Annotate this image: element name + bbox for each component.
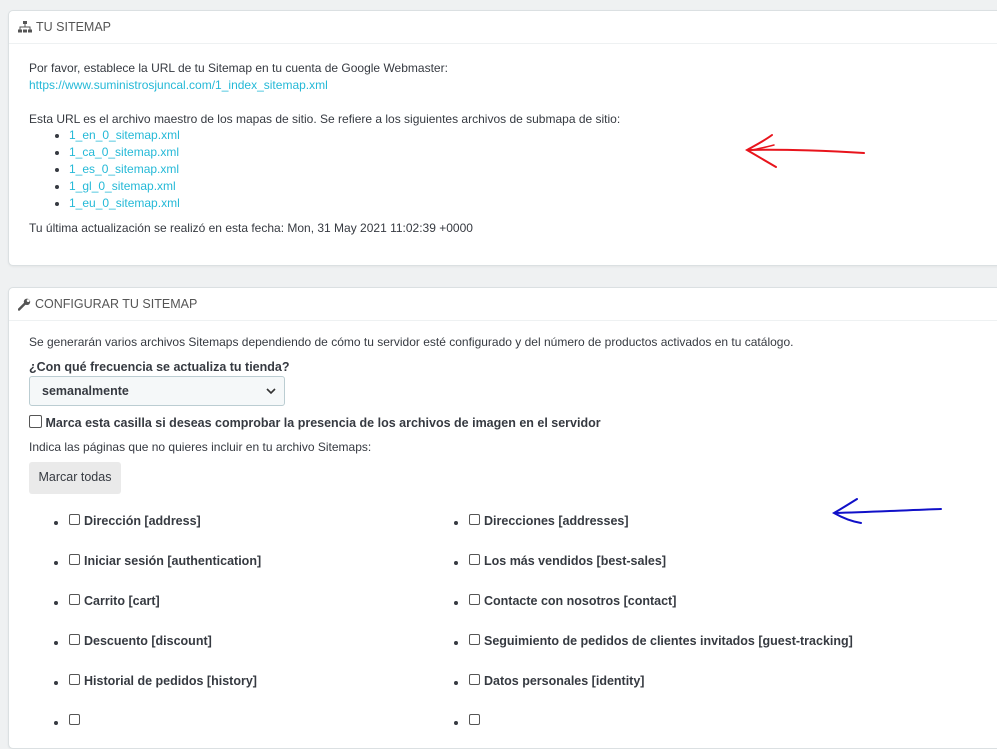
bullet	[454, 681, 458, 685]
bullet	[454, 721, 458, 725]
sitemap-panel-title: TU SITEMAP	[36, 20, 112, 34]
exclude-pages-label: Indica las páginas que no quieres inclui…	[29, 440, 372, 454]
blue-arrow-annotation	[831, 498, 942, 524]
frequency-label: ¿Con qué frecuencia se actualiza tu tien…	[29, 360, 290, 374]
page-checkbox-cart[interactable]	[69, 594, 80, 606]
image-check-label: Marca esta casilla si deseas comprobar l…	[45, 416, 601, 430]
config-panel: CONFIGURAR TU SITEMAP Se generarán vario…	[8, 287, 997, 749]
submap-item: 1_en_0_sitemap.xml	[53, 127, 180, 144]
page-checkbox-partial[interactable]	[69, 714, 80, 726]
page-option-guest-tracking: Seguimiento de pedidos de clientes invit…	[454, 634, 853, 648]
page-option-partial-right	[454, 714, 484, 728]
image-check-option: Marca esta casilla si deseas comprobar l…	[29, 415, 601, 430]
page-option-identity: Datos personales [identity]	[454, 674, 645, 688]
page-label-authentication: Iniciar sesión [authentication]	[84, 554, 262, 568]
submap-item: 1_eu_0_sitemap.xml	[53, 195, 180, 212]
submap-link-en[interactable]: 1_en_0_sitemap.xml	[69, 128, 180, 142]
page-checkbox-history[interactable]	[69, 674, 80, 686]
index-sitemap-link[interactable]: https://www.suministrosjuncal.com/1_inde…	[29, 78, 328, 92]
submap-link-gl[interactable]: 1_gl_0_sitemap.xml	[69, 179, 176, 193]
bullet	[454, 521, 458, 525]
config-panel-header: CONFIGURAR TU SITEMAP	[9, 288, 997, 321]
page-checkbox-contact[interactable]	[469, 594, 480, 606]
frequency-selected-value: semanalmente	[42, 384, 129, 398]
bullet	[454, 641, 458, 645]
page-option-best-sales: Los más vendidos [best-sales]	[454, 554, 667, 568]
page-option-addresses: Direcciones [addresses]	[454, 514, 629, 528]
page-option-history: Historial de pedidos [history]	[54, 674, 257, 688]
red-arrow-annotation	[744, 134, 865, 168]
page-label-guest-tracking: Seguimiento de pedidos de clientes invit…	[484, 634, 853, 648]
submap-item: 1_es_0_sitemap.xml	[53, 161, 180, 178]
frequency-select[interactable]: semanalmente	[29, 376, 285, 406]
submap-link-ca[interactable]: 1_ca_0_sitemap.xml	[69, 145, 179, 159]
page-checkbox-addresses[interactable]	[469, 514, 480, 526]
chevron-down-icon	[266, 388, 276, 395]
page-option-address: Dirección [address]	[54, 514, 201, 528]
submap-item: 1_gl_0_sitemap.xml	[53, 178, 180, 195]
submap-list: 1_en_0_sitemap.xml 1_ca_0_sitemap.xml 1_…	[53, 127, 180, 212]
page-option-contact: Contacte con nosotros [contact]	[454, 594, 677, 608]
wrench-icon	[18, 298, 31, 311]
sitemap-icon	[18, 21, 32, 33]
page-option-cart: Carrito [cart]	[54, 594, 160, 608]
sitemap-panel-header: TU SITEMAP	[9, 11, 997, 44]
page-label-identity: Datos personales [identity]	[484, 674, 645, 688]
config-panel-title: CONFIGURAR TU SITEMAP	[35, 297, 198, 311]
page-checkbox-best-sales[interactable]	[469, 554, 480, 566]
submap-item: 1_ca_0_sitemap.xml	[53, 144, 180, 161]
bullet	[54, 721, 58, 725]
bullet	[54, 521, 58, 525]
bullet	[54, 601, 58, 605]
sitemap-panel: TU SITEMAP Por favor, establece la URL d…	[8, 10, 997, 266]
page-checkbox-address[interactable]	[69, 514, 80, 526]
page-label-best-sales: Los más vendidos [best-sales]	[484, 554, 667, 568]
page-label-cart: Carrito [cart]	[84, 594, 160, 608]
bullet	[54, 681, 58, 685]
page-option-discount: Descuento [discount]	[54, 634, 212, 648]
page-checkbox-identity[interactable]	[469, 674, 480, 686]
sitemap-intro-text: Por favor, establece la URL de tu Sitema…	[29, 61, 448, 75]
page-label-addresses: Direcciones [addresses]	[484, 514, 629, 528]
image-check-checkbox[interactable]	[29, 415, 42, 429]
bullet	[54, 641, 58, 645]
bullet	[54, 561, 58, 565]
page-label-history: Historial de pedidos [history]	[84, 674, 257, 688]
page-checkbox-partial-right[interactable]	[469, 714, 480, 726]
mark-all-button[interactable]: Marcar todas	[29, 462, 121, 494]
page-option-authentication: Iniciar sesión [authentication]	[54, 554, 262, 568]
page-checkbox-authentication[interactable]	[69, 554, 80, 566]
page-label-discount: Descuento [discount]	[84, 634, 212, 648]
config-description: Se generarán varios archivos Sitemaps de…	[29, 335, 794, 349]
master-sitemap-text: Esta URL es el archivo maestro de los ma…	[29, 112, 621, 126]
last-update-text: Tu última actualización se realizó en es…	[29, 221, 473, 235]
submap-link-es[interactable]: 1_es_0_sitemap.xml	[69, 162, 179, 176]
submap-link-eu[interactable]: 1_eu_0_sitemap.xml	[69, 196, 180, 210]
bullet	[454, 561, 458, 565]
page-option-partial	[54, 714, 84, 728]
page-checkbox-discount[interactable]	[69, 634, 80, 646]
bullet	[454, 601, 458, 605]
page-checkbox-guest-tracking[interactable]	[469, 634, 480, 646]
page-label-address: Dirección [address]	[84, 514, 201, 528]
page-label-contact: Contacte con nosotros [contact]	[484, 594, 677, 608]
